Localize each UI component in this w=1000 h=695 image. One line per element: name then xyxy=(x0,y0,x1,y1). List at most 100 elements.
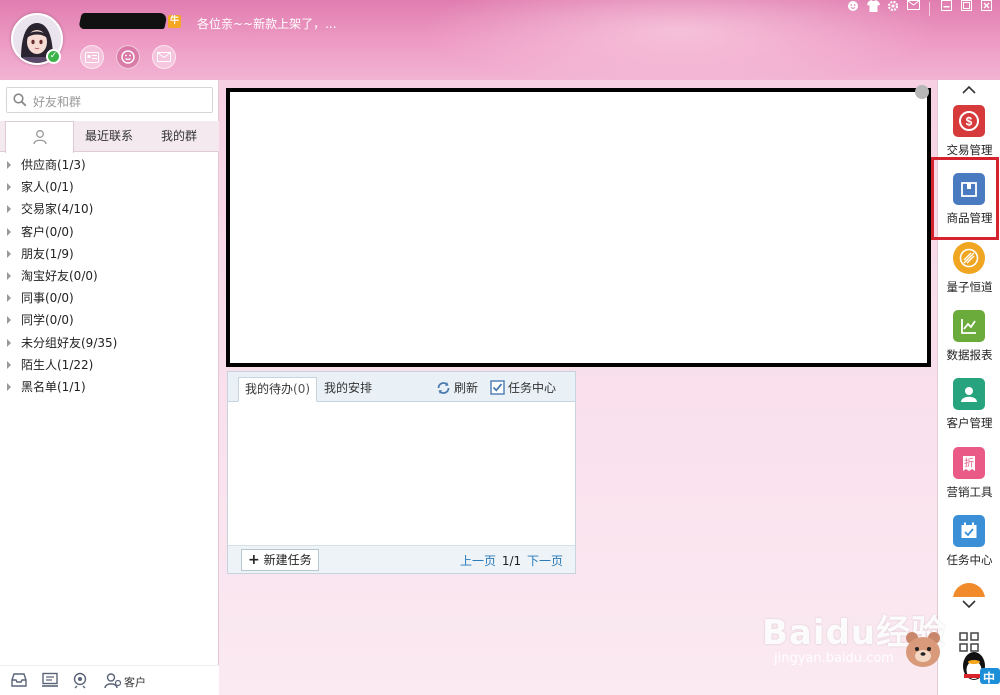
contact-group[interactable]: 同学(0/0) xyxy=(0,309,219,331)
expand-arrow-icon xyxy=(7,360,11,369)
group-label: 陌生人(1/22) xyxy=(21,357,94,372)
expand-arrow-icon xyxy=(7,183,11,192)
contact-card-icon xyxy=(85,51,99,63)
smiley-icon xyxy=(121,50,135,64)
minimize-icon[interactable] xyxy=(938,0,954,14)
svg-text:$: $ xyxy=(966,115,973,129)
task-center-label: 任务中心 xyxy=(508,381,557,395)
search-icon xyxy=(13,93,27,107)
contact-group[interactable]: 家人(0/1) xyxy=(0,176,219,198)
skin-icon[interactable] xyxy=(865,0,881,14)
group-label: 未分组好友(9/35) xyxy=(21,335,118,350)
group-label: 黑名单(1/1) xyxy=(21,379,86,394)
tab-my-todo-label: 我的待办 xyxy=(245,382,294,396)
expand-arrow-icon xyxy=(7,294,11,303)
contact-tabs: 最近联系 我的群 xyxy=(0,121,219,153)
expand-arrow-icon xyxy=(7,205,11,214)
watermark-url: jingyan.baidu.com xyxy=(774,651,894,666)
contact-group[interactable]: 交易家(4/10) xyxy=(0,198,219,220)
prev-page-link[interactable]: 上一页 xyxy=(460,554,496,568)
expand-arrow-icon xyxy=(7,249,11,258)
bear-mascot-icon xyxy=(906,632,940,667)
inbox-icon[interactable] xyxy=(10,672,28,691)
scroll-down-icon[interactable] xyxy=(961,598,977,610)
expand-arrow-icon xyxy=(7,161,11,169)
customer-icon[interactable] xyxy=(104,672,122,692)
close-icon[interactable] xyxy=(978,0,994,14)
checkbox-icon xyxy=(490,380,505,395)
contact-group[interactable]: 客户(0/0) xyxy=(0,221,219,243)
ime-badge: 中 xyxy=(983,671,996,685)
contact-group[interactable]: 淘宝好友(0/0) xyxy=(0,265,219,287)
discount-icon: 折 xyxy=(953,447,985,479)
tab-contacts[interactable] xyxy=(5,121,74,153)
group-label: 客户(0/0) xyxy=(21,224,74,239)
tab-my-todo[interactable]: 我的待办(0) xyxy=(238,377,318,402)
contact-group[interactable]: 未分组好友(9/35) xyxy=(0,332,219,354)
mail-icon xyxy=(157,52,171,62)
highlight-box-product-management xyxy=(931,157,999,240)
person-icon xyxy=(32,130,47,145)
refresh-button[interactable]: 刷新 xyxy=(436,379,478,396)
signature-text[interactable]: 各位亲~~新款上架了，... xyxy=(197,15,337,32)
contact-group-list: 供应商(1/3) 家人(0/1) 交易家(4/10) 客户(0/0) 朋友(1/… xyxy=(0,154,219,398)
online-status-icon[interactable]: ✓ xyxy=(46,49,61,64)
refresh-label: 刷新 xyxy=(454,381,479,395)
chart-icon xyxy=(953,310,985,342)
new-task-button[interactable]: + 新建任务 xyxy=(241,549,319,571)
contact-group[interactable]: 供应商(1/3) xyxy=(0,154,219,176)
vip-badge[interactable]: 牛 xyxy=(168,15,181,28)
contact-group[interactable]: 同事(0/0) xyxy=(0,287,219,309)
expand-arrow-icon xyxy=(7,271,11,280)
expand-arrow-icon xyxy=(7,316,11,325)
settings-icon[interactable] xyxy=(885,0,901,14)
group-label: 交易家(4/10) xyxy=(21,202,94,217)
contact-group[interactable]: 黑名单(1/1) xyxy=(0,376,219,398)
mail-button[interactable] xyxy=(152,45,176,69)
maximize-icon[interactable] xyxy=(958,0,974,14)
customer-icon xyxy=(953,378,985,410)
toolbar-item-quantum[interactable]: 量子恒道 xyxy=(938,242,1000,308)
tab-my-arrangement[interactable]: 我的安排 xyxy=(318,377,378,402)
pagination: 上一页 1/1 下一页 xyxy=(460,552,563,569)
search-input[interactable]: 好友和群 xyxy=(6,87,213,113)
gauge-icon xyxy=(953,583,985,597)
window-controls-separator xyxy=(929,2,930,16)
tab-groups[interactable]: 我的群 xyxy=(144,121,214,152)
customer-label[interactable]: 客户 xyxy=(124,674,146,690)
mail-icon[interactable] xyxy=(905,0,921,14)
next-page-link[interactable]: 下一页 xyxy=(527,554,563,568)
expand-arrow-icon xyxy=(7,382,11,391)
app-center-button[interactable] xyxy=(116,45,140,69)
svg-text:折: 折 xyxy=(964,457,974,470)
group-label: 同学(0/0) xyxy=(21,313,74,328)
toolbar-item-marketing-tools[interactable]: 折 营销工具 xyxy=(938,447,1000,513)
banner-close-icon[interactable] xyxy=(915,85,929,99)
contact-card-button[interactable] xyxy=(80,45,104,69)
face-icon[interactable] xyxy=(845,0,861,14)
todo-count: (0) xyxy=(293,382,311,396)
task-panel-header: 我的待办(0) 我的安排 刷新 任务中心 xyxy=(228,372,575,402)
contact-group[interactable]: 朋友(1/9) xyxy=(0,243,219,265)
scroll-up-icon[interactable] xyxy=(961,84,977,96)
toolbar-item-customer-management[interactable]: 客户管理 xyxy=(938,378,1000,444)
contact-group[interactable]: 陌生人(1/22) xyxy=(0,354,219,376)
message-box-icon[interactable] xyxy=(41,672,59,691)
ad-banner[interactable] xyxy=(226,88,931,367)
group-label: 供应商(1/3) xyxy=(21,158,86,172)
toolbar-item-label: 客户管理 xyxy=(946,416,993,430)
search-placeholder: 好友和群 xyxy=(33,95,82,109)
group-label: 家人(0/1) xyxy=(21,180,74,195)
plus-icon: + xyxy=(248,552,260,568)
dollar-icon: $ xyxy=(953,105,985,137)
refresh-icon xyxy=(437,381,450,394)
expand-arrow-icon xyxy=(7,338,11,347)
toolbar-item-data-reports[interactable]: 数据报表 xyxy=(938,310,1000,376)
ime-status[interactable]: 中 xyxy=(960,648,1000,693)
toolbar-item-more[interactable] xyxy=(938,583,1000,597)
toolbar-item-task-center[interactable]: 任务中心 xyxy=(938,515,1000,581)
toolbar-item-label: 交易管理 xyxy=(946,143,993,157)
task-center-button[interactable]: 任务中心 xyxy=(490,379,556,396)
tab-recent[interactable]: 最近联系 xyxy=(74,121,144,152)
find-contacts-icon[interactable] xyxy=(72,672,90,692)
